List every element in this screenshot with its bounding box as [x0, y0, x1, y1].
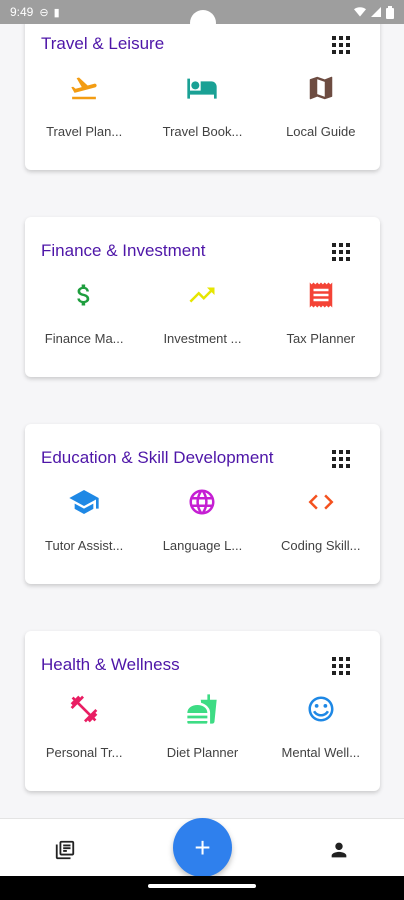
app-tutor-assistant[interactable]: Tutor Assist... — [25, 484, 143, 553]
category-card-health: Health & Wellness Personal Tr... Diet Pl… — [25, 631, 380, 791]
status-time: 9:49 — [10, 5, 34, 19]
app-label: Finance Ma... — [44, 331, 124, 346]
category-title: Education & Skill Development — [41, 448, 274, 467]
sd-card-icon: ▮ — [53, 6, 60, 19]
bottom-navigation: + — [0, 818, 404, 877]
app-label: Personal Tr... — [45, 745, 123, 760]
flight-takeoff-icon — [66, 70, 102, 106]
app-label: Language L... — [162, 538, 243, 553]
sync-status-icon: ⊖ — [39, 6, 49, 19]
app-label: Mental Well... — [281, 745, 361, 760]
add-button[interactable]: + — [173, 818, 232, 877]
dollar-icon — [66, 277, 102, 313]
map-icon — [303, 70, 339, 106]
app-local-guide[interactable]: Local Guide — [262, 70, 380, 139]
app-label: Tax Planner — [286, 331, 356, 346]
fitness-dumbbell-icon — [66, 691, 102, 727]
receipt-icon — [303, 277, 339, 313]
app-label: Diet Planner — [166, 745, 239, 760]
app-label: Tutor Assist... — [45, 538, 124, 553]
globe-icon — [184, 484, 220, 520]
app-label: Travel Book... — [162, 124, 243, 139]
grid-menu-icon[interactable] — [332, 243, 350, 261]
plus-icon: + — [194, 831, 211, 863]
food-icon — [184, 691, 220, 727]
app-label: Investment ... — [163, 331, 242, 346]
category-card-education: Education & Skill Development Tutor Assi… — [25, 424, 380, 584]
category-title: Travel & Leisure — [41, 34, 165, 53]
app-travel-booking[interactable]: Travel Book... — [143, 70, 261, 139]
app-investment[interactable]: Investment ... — [143, 277, 261, 346]
camera-cutout — [190, 10, 216, 36]
trending-up-icon — [184, 277, 220, 313]
grid-menu-icon[interactable] — [332, 657, 350, 675]
app-personal-trainer[interactable]: Personal Tr... — [25, 691, 143, 760]
person-icon[interactable] — [328, 839, 350, 861]
cell-signal-icon — [371, 7, 381, 17]
category-title: Finance & Investment — [41, 241, 206, 260]
app-finance-manager[interactable]: Finance Ma... — [25, 277, 143, 346]
school-icon — [66, 484, 102, 520]
wifi-icon — [354, 7, 366, 17]
home-indicator[interactable] — [148, 884, 256, 888]
grid-menu-icon[interactable] — [332, 450, 350, 468]
smiley-icon — [303, 691, 339, 727]
app-label: Travel Plan... — [46, 124, 123, 139]
app-travel-planner[interactable]: Travel Plan... — [25, 70, 143, 139]
app-coding-skills[interactable]: Coding Skill... — [262, 484, 380, 553]
app-diet-planner[interactable]: Diet Planner — [143, 691, 261, 760]
app-language-learning[interactable]: Language L... — [143, 484, 261, 553]
grid-menu-icon[interactable] — [332, 36, 350, 54]
code-icon — [303, 484, 339, 520]
app-label: Coding Skill... — [281, 538, 361, 553]
gesture-navigation-bar — [0, 876, 404, 900]
library-icon[interactable] — [54, 839, 76, 861]
category-card-finance: Finance & Investment Finance Ma... Inves… — [25, 217, 380, 377]
category-title: Health & Wellness — [41, 655, 180, 674]
app-label: Local Guide — [286, 124, 356, 139]
app-mental-wellness[interactable]: Mental Well... — [262, 691, 380, 760]
hotel-bed-icon — [184, 70, 220, 106]
app-content: Travel & Leisure Travel Plan... Travel B… — [0, 0, 404, 818]
battery-icon — [386, 5, 394, 19]
app-tax-planner[interactable]: Tax Planner — [262, 277, 380, 346]
